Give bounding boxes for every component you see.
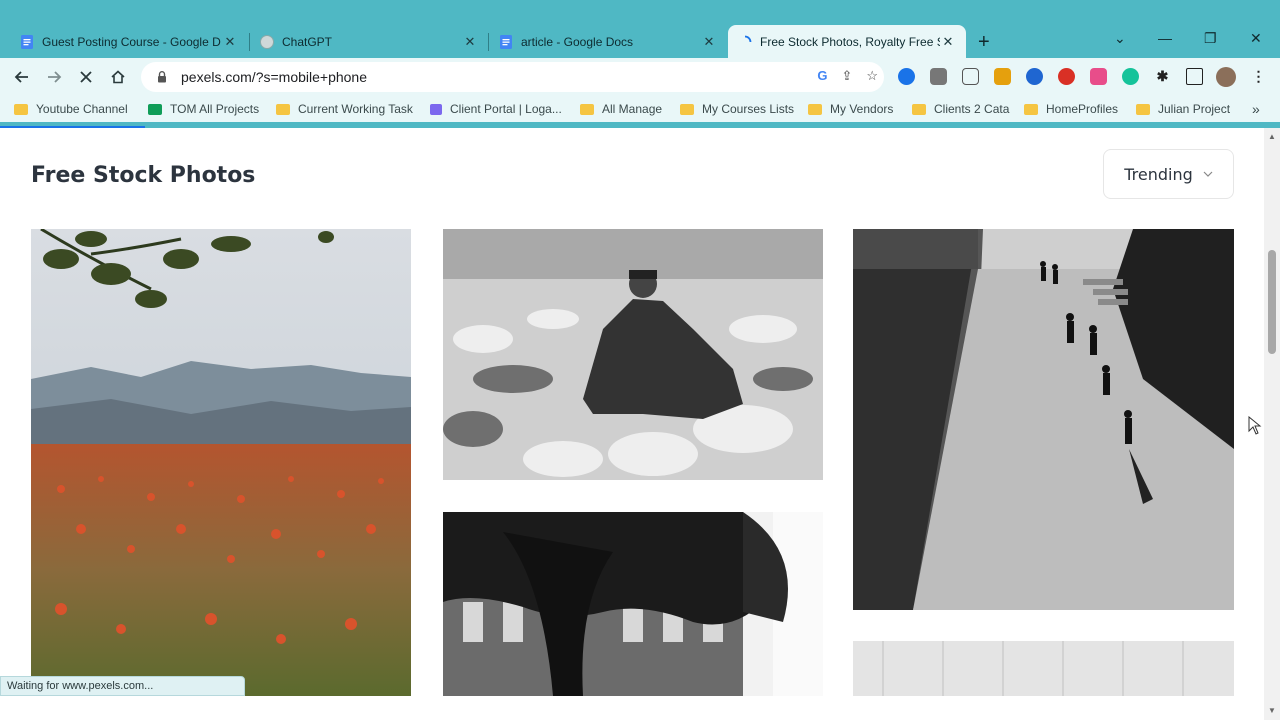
grammarly-icon[interactable] <box>1122 68 1139 85</box>
bookmark-label: Current Working Task <box>298 102 413 116</box>
photo-tree-building[interactable] <box>443 512 823 696</box>
restore-button[interactable]: ❐ <box>1204 30 1217 47</box>
browser-toolbar: G ⇪ ☆ ✱ ⋮ <box>0 58 1280 96</box>
tab-chatgpt[interactable]: ChatGPT ✕ <box>250 25 488 58</box>
photo-poppy-field[interactable] <box>31 229 411 696</box>
page-title: Free Stock Photos <box>31 163 256 188</box>
tab-article-google-docs[interactable]: article - Google Docs ✕ <box>489 25 727 58</box>
folder-icon <box>912 103 926 115</box>
chatgpt-icon <box>260 34 274 49</box>
back-button[interactable] <box>11 66 33 88</box>
chevron-down-icon <box>1203 169 1213 180</box>
scroll-down-icon[interactable]: ▼ <box>1268 706 1276 715</box>
tab-close-icon[interactable]: ✕ <box>701 34 717 50</box>
google-docs-icon <box>499 34 513 49</box>
photo-light-texture[interactable] <box>853 641 1234 696</box>
folder-icon <box>808 103 822 115</box>
close-icon <box>80 71 92 83</box>
share-icon[interactable]: ⇪ <box>841 68 852 84</box>
photo-person-on-rocks[interactable] <box>443 229 823 480</box>
more-menu-icon[interactable]: ⋮ <box>1250 68 1267 85</box>
sort-dropdown-label: Trending <box>1124 164 1193 184</box>
google-lens-icon[interactable]: G <box>817 68 827 84</box>
site-info-icon[interactable] <box>155 70 169 84</box>
bookmark-label: Clients 2 Cata <box>934 102 1010 116</box>
extension-icon-red[interactable] <box>1058 68 1075 85</box>
bookmark-label: Youtube Channel <box>36 102 128 116</box>
bookmark-label: Client Portal | Loga... <box>450 102 562 116</box>
scroll-thumb[interactable] <box>1268 250 1276 354</box>
home-button[interactable] <box>107 66 129 88</box>
puzzle-extensions-icon[interactable]: ✱ <box>1154 68 1171 85</box>
bookmark-label: My Courses Lists <box>702 102 795 116</box>
new-tab-button[interactable]: + <box>978 31 990 54</box>
folder-icon <box>1136 103 1150 115</box>
bookmark-youtube-channel[interactable]: Youtube Channel <box>14 100 128 118</box>
status-bar: Waiting for www.pexels.com... <box>0 676 245 696</box>
tab-close-icon[interactable]: ✕ <box>940 34 956 50</box>
arrow-left-icon <box>14 71 28 83</box>
extension-icon-c[interactable] <box>1026 68 1043 85</box>
extension-icon-yellow[interactable] <box>994 68 1011 85</box>
bookmark-client-portal[interactable]: Client Portal | Loga... <box>430 100 562 118</box>
stop-loading-button[interactable] <box>75 66 97 88</box>
pexels-page: Free Stock Photos Trending <box>0 128 1264 720</box>
folder-icon <box>580 103 594 115</box>
tab-close-icon[interactable]: ✕ <box>222 34 238 50</box>
folder-icon <box>680 103 694 115</box>
bookmark-label: TOM All Projects <box>170 102 260 116</box>
arrow-right-icon <box>48 71 62 83</box>
bookmark-star-icon[interactable]: ☆ <box>866 68 878 84</box>
tab-title: ChatGPT <box>282 34 333 49</box>
tab-title: Guest Posting Course - Google D <box>42 34 221 49</box>
google-docs-icon <box>20 34 34 49</box>
extension-icon-a[interactable] <box>1090 68 1107 85</box>
bookmarks-overflow-button[interactable]: » <box>1252 100 1260 118</box>
bookmark-label: HomeProfiles <box>1046 102 1119 116</box>
tab-guest-posting-course[interactable]: Guest Posting Course - Google D ✕ <box>10 25 248 58</box>
tab-title: article - Google Docs <box>521 34 634 49</box>
bookmark-label: Julian Project <box>1158 102 1231 116</box>
avatar[interactable] <box>1216 67 1236 87</box>
scroll-up-icon[interactable]: ▲ <box>1268 132 1276 141</box>
camera-extension-icon[interactable] <box>962 68 979 85</box>
browser-chrome: Guest Posting Course - Google D ✕ ChatGP… <box>0 0 1280 128</box>
bookmark-julian-project[interactable]: Julian Project <box>1136 100 1230 118</box>
bookmark-all-manage[interactable]: All Manage <box>580 100 662 118</box>
folder-icon <box>276 103 290 115</box>
close-window-button[interactable]: ✕ <box>1250 30 1262 47</box>
extension-icon-gray[interactable] <box>930 68 947 85</box>
folder-icon <box>14 103 28 115</box>
forward-button[interactable] <box>43 66 65 88</box>
loading-spinner-icon <box>738 35 752 49</box>
bookmark-homeprofiles[interactable]: HomeProfiles <box>1024 100 1118 118</box>
bookmark-tom-all-projects[interactable]: TOM All Projects <box>148 100 259 118</box>
minimize-button[interactable]: — <box>1158 30 1172 46</box>
bookmarks-bar: Youtube Channel TOM All Projects Current… <box>0 96 1280 122</box>
bookmark-clients-2-cata[interactable]: Clients 2 Cata <box>912 100 1009 118</box>
tab-search-chevron-icon[interactable]: ⌄ <box>1114 30 1126 47</box>
clickup-icon <box>430 103 442 115</box>
tab-title: Free Stock Photos, Royalty Free S <box>760 34 940 49</box>
tab-free-stock-photos[interactable]: Free Stock Photos, Royalty Free S ✕ <box>728 25 966 58</box>
tab-close-icon[interactable]: ✕ <box>462 34 478 50</box>
bookmark-my-vendors[interactable]: My Vendors <box>808 100 893 118</box>
sheets-icon <box>148 103 162 115</box>
tab-strip: Guest Posting Course - Google D ✕ ChatGP… <box>0 0 1280 58</box>
page-scrollbar[interactable]: ▲ ▼ <box>1264 128 1280 720</box>
folder-icon <box>1024 103 1038 115</box>
home-icon <box>111 70 125 84</box>
sort-dropdown[interactable]: Trending <box>1103 149 1234 199</box>
bookmark-label: My Vendors <box>830 102 894 116</box>
side-panel-icon[interactable] <box>1186 68 1203 85</box>
bookmark-label: All Manage <box>602 102 663 116</box>
extension-icon-blue[interactable] <box>898 68 915 85</box>
url-input[interactable] <box>181 69 741 85</box>
photo-street-shadows[interactable] <box>853 229 1234 610</box>
mouse-cursor-icon <box>1248 416 1262 435</box>
address-bar[interactable]: G ⇪ ☆ <box>141 62 884 92</box>
bookmark-my-courses-lists[interactable]: My Courses Lists <box>680 100 794 118</box>
bookmark-current-working-task[interactable]: Current Working Task <box>276 100 413 118</box>
